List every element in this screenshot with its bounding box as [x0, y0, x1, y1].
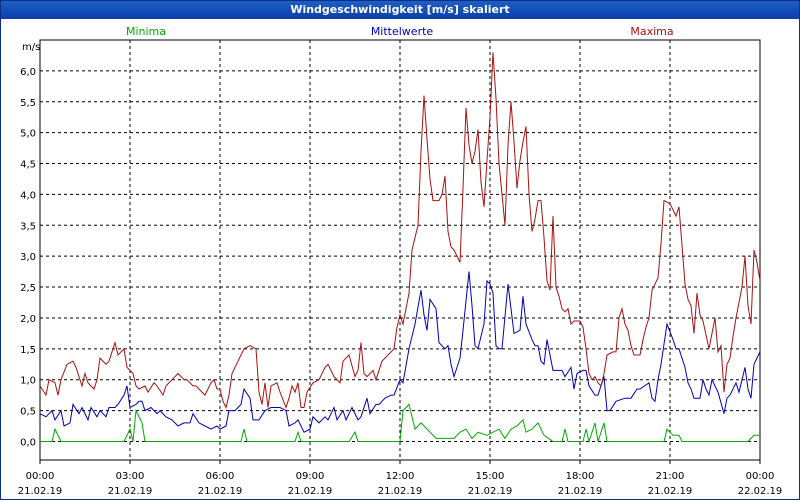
x-tick-date: 21.02.19 — [18, 486, 63, 497]
x-tick-date: 22.02.19 — [738, 486, 783, 497]
x-tick-date: 21.02.19 — [378, 486, 423, 497]
x-tick-time: 15:00 — [476, 471, 505, 482]
y-tick-label: 5,5 — [20, 98, 36, 109]
x-tick-time: 09:00 — [296, 471, 325, 482]
legend-minima: Minima — [126, 25, 166, 38]
y-tick-label: 4,0 — [20, 190, 36, 201]
x-tick-date: 21.02.19 — [288, 486, 333, 497]
x-tick-time: 06:00 — [206, 471, 235, 482]
legend-mittelwerte: Mittelwerte — [371, 25, 434, 38]
y-tick-label: 1,5 — [20, 345, 36, 356]
y-tick-label: 2,5 — [20, 283, 36, 294]
x-tick-date: 21.02.19 — [108, 486, 153, 497]
x-tick-time: 00:00 — [746, 471, 775, 482]
y-tick-label: 4,5 — [20, 160, 36, 171]
y-tick-label: 5,0 — [20, 129, 36, 140]
x-tick-time: 18:00 — [566, 471, 595, 482]
x-tick-date: 21.02.19 — [558, 486, 603, 497]
series-line-minima — [40, 403, 760, 444]
x-tick-date: 21.02.19 — [198, 486, 243, 497]
y-tick-label: 0,5 — [20, 407, 36, 418]
y-tick-label: 0,0 — [20, 437, 36, 448]
y-tick-label: 3,5 — [20, 221, 36, 232]
x-tick-time: 21:00 — [656, 471, 685, 482]
y-tick-label: 6,0 — [20, 67, 36, 78]
wind-speed-chart: m/s Minima Mittelwerte Maxima 0,0 0,5 1,0 1… — [18, 25, 783, 497]
legend-maxima: Maxima — [630, 25, 673, 38]
x-tick-time: 12:00 — [386, 471, 415, 482]
y-tick-label: 1,0 — [20, 376, 36, 387]
x-tick-date: 21.02.19 — [648, 486, 693, 497]
y-tick-label: 2,0 — [20, 314, 36, 325]
y-axis-unit-label: m/s — [22, 42, 40, 53]
x-tick-time: 03:00 — [116, 471, 145, 482]
x-tick-time: 00:00 — [26, 471, 55, 482]
x-tick-date: 21.02.19 — [468, 486, 513, 497]
y-tick-label: 3,0 — [20, 252, 36, 263]
